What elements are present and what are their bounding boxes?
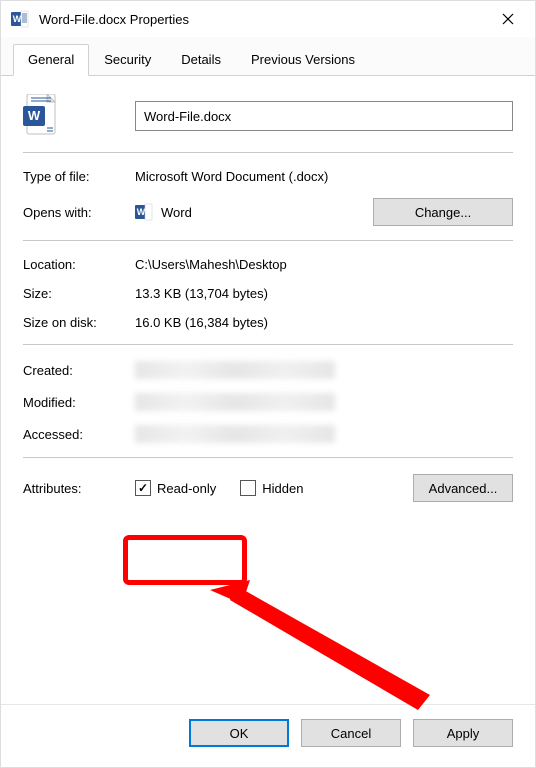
- close-icon: [502, 13, 514, 25]
- type-of-file-label: Type of file:: [23, 169, 135, 184]
- hidden-checkbox[interactable]: Hidden: [240, 480, 303, 496]
- opens-with-label: Opens with:: [23, 205, 135, 220]
- modified-value-redacted: [135, 393, 335, 411]
- advanced-button[interactable]: Advanced...: [413, 474, 513, 502]
- modified-label: Modified:: [23, 395, 135, 410]
- created-label: Created:: [23, 363, 135, 378]
- tabs-bar: General Security Details Previous Versio…: [1, 37, 535, 76]
- filename-input[interactable]: [135, 101, 513, 131]
- size-on-disk-value: 16.0 KB (16,384 bytes): [135, 315, 513, 330]
- separator: [23, 240, 513, 241]
- word-app-icon: W: [135, 203, 153, 221]
- hidden-label: Hidden: [262, 481, 303, 496]
- general-tab-body: W Type of file: Microsoft Word Document …: [1, 76, 535, 704]
- change-button[interactable]: Change...: [373, 198, 513, 226]
- checkbox-icon: [240, 480, 256, 496]
- readonly-checkbox[interactable]: Read-only: [135, 480, 216, 496]
- titlebar: W Word-File.docx Properties: [1, 1, 535, 37]
- word-icon: W: [11, 10, 29, 28]
- size-on-disk-label: Size on disk:: [23, 315, 135, 330]
- svg-text:W: W: [28, 108, 41, 123]
- svg-text:W: W: [137, 207, 146, 217]
- dialog-button-bar: OK Cancel Apply: [1, 704, 535, 767]
- created-value-redacted: [135, 361, 335, 379]
- ok-button[interactable]: OK: [189, 719, 289, 747]
- accessed-value-redacted: [135, 425, 335, 443]
- tab-details[interactable]: Details: [166, 44, 236, 76]
- location-label: Location:: [23, 257, 135, 272]
- checkbox-icon: [135, 480, 151, 496]
- opens-with-value: Word: [161, 205, 192, 220]
- cancel-button[interactable]: Cancel: [301, 719, 401, 747]
- separator: [23, 344, 513, 345]
- word-document-icon: W: [23, 94, 57, 138]
- close-button[interactable]: [485, 3, 531, 35]
- tab-general[interactable]: General: [13, 44, 89, 76]
- size-label: Size:: [23, 286, 135, 301]
- properties-dialog: W Word-File.docx Properties General Secu…: [0, 0, 536, 768]
- separator: [23, 457, 513, 458]
- location-value: C:\Users\Mahesh\Desktop: [135, 257, 513, 272]
- separator: [23, 152, 513, 153]
- attributes-label: Attributes:: [23, 481, 135, 496]
- readonly-label: Read-only: [157, 481, 216, 496]
- accessed-label: Accessed:: [23, 427, 135, 442]
- type-of-file-value: Microsoft Word Document (.docx): [135, 169, 513, 184]
- window-title: Word-File.docx Properties: [39, 12, 189, 27]
- tab-security[interactable]: Security: [89, 44, 166, 76]
- size-value: 13.3 KB (13,704 bytes): [135, 286, 513, 301]
- tab-previous-versions[interactable]: Previous Versions: [236, 44, 370, 76]
- apply-button[interactable]: Apply: [413, 719, 513, 747]
- svg-text:W: W: [13, 14, 22, 24]
